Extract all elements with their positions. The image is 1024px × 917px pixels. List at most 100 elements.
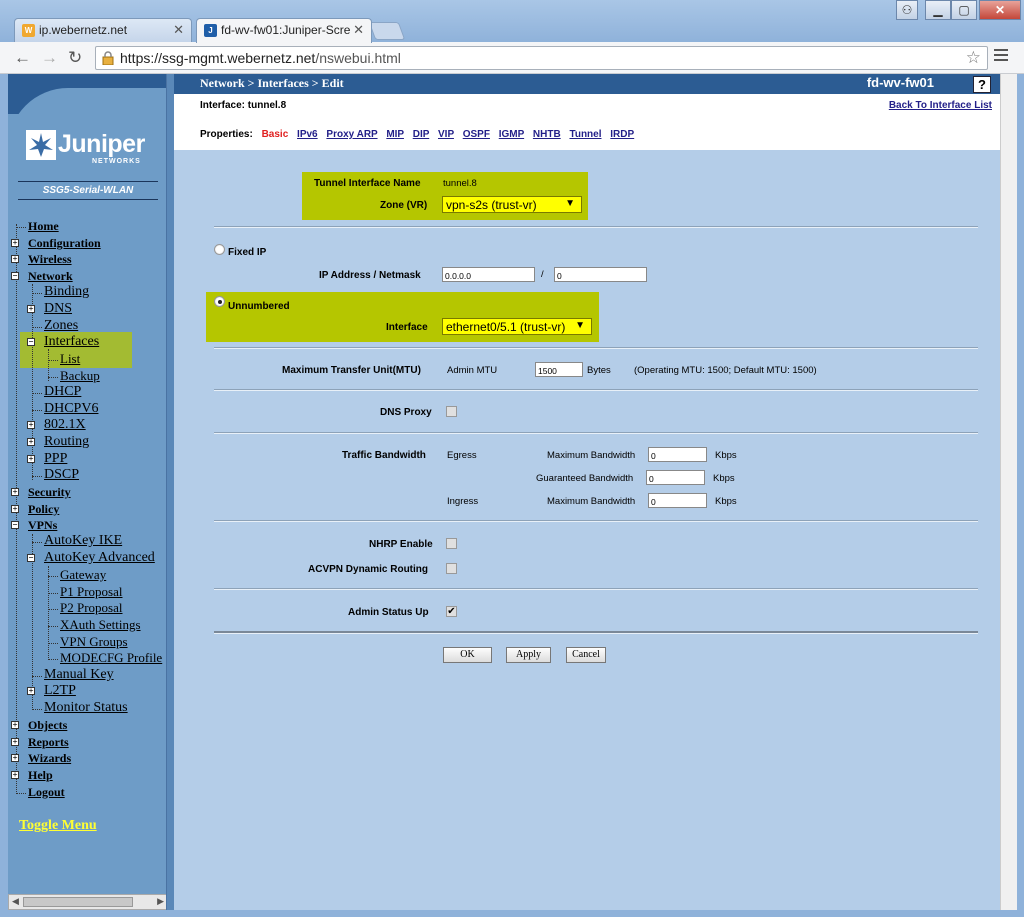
nav-p1-proposal[interactable]: P1 Proposal — [48, 584, 122, 600]
tab-mip[interactable]: MIP — [386, 129, 404, 140]
collapse-minus-icon[interactable]: − — [11, 521, 19, 529]
nav-zones[interactable]: Zones — [32, 318, 78, 334]
collapse-minus-icon[interactable]: − — [27, 554, 35, 562]
nav-ppp[interactable]: + PPP — [27, 451, 67, 467]
nav-list[interactable]: List — [48, 351, 80, 367]
nav-autokey-advanced[interactable]: − AutoKey Advanced — [27, 550, 155, 566]
acvpn-dynamic-routing-checkbox[interactable] — [446, 563, 457, 574]
interface-select[interactable]: ethernet0/5.1 (trust-vr) ▼ — [442, 318, 592, 335]
close-icon[interactable]: ✕ — [350, 22, 364, 38]
zone-select[interactable]: vpn-s2s (trust-vr) ▼ — [442, 196, 582, 213]
expand-plus-icon[interactable]: + — [27, 438, 35, 446]
nav-configuration[interactable]: + Configuration — [11, 236, 101, 252]
ok-button[interactable]: OK — [443, 647, 492, 663]
back-to-interface-list-link[interactable]: Back To Interface List — [889, 100, 992, 111]
dns-proxy-checkbox[interactable] — [446, 406, 457, 417]
nav-8021x[interactable]: +802.1X — [27, 417, 86, 433]
expand-plus-icon[interactable]: + — [11, 255, 19, 263]
expand-plus-icon[interactable]: + — [27, 305, 35, 313]
nav-vpns[interactable]: − VPNs — [11, 518, 57, 534]
nav-help[interactable]: + Help — [11, 768, 53, 784]
expand-plus-icon[interactable]: + — [11, 771, 19, 779]
collapse-minus-icon[interactable]: − — [11, 272, 19, 280]
user-icon[interactable]: ⚇ — [896, 0, 918, 20]
egress-guaranteed-bandwidth-input[interactable] — [646, 470, 705, 485]
cancel-button[interactable]: Cancel — [566, 647, 606, 663]
nav-dns[interactable]: + DNS — [27, 301, 72, 317]
window-close-button[interactable]: ✕ — [979, 0, 1021, 20]
nav-wireless[interactable]: + Wireless — [11, 252, 72, 268]
forward-arrow-icon[interactable]: → — [41, 48, 58, 68]
expand-plus-icon[interactable]: + — [27, 455, 35, 463]
browser-tab-juniper[interactable]: J fd-wv-fw01:Juniper-Scree ✕ — [196, 18, 372, 43]
admin-status-up-checkbox[interactable]: ✔ — [446, 606, 457, 617]
nav-vpn-groups[interactable]: VPN Groups — [48, 634, 128, 650]
scroll-right-icon[interactable]: ▶ — [157, 896, 164, 907]
expand-plus-icon[interactable]: + — [11, 488, 19, 496]
nav-backup[interactable]: Backup — [48, 368, 100, 384]
tab-proxy-arp[interactable]: Proxy ARP — [326, 129, 377, 140]
minimize-button[interactable]: ▁ — [925, 0, 951, 20]
nhrp-enable-checkbox[interactable] — [446, 538, 457, 549]
apply-button[interactable]: Apply — [506, 647, 551, 663]
nav-binding[interactable]: Binding — [32, 284, 89, 300]
expand-plus-icon[interactable]: + — [11, 754, 19, 762]
nav-dhcp[interactable]: DHCP — [32, 384, 81, 400]
admin-mtu-input[interactable] — [535, 362, 583, 377]
frame-divider[interactable] — [166, 74, 174, 910]
scroll-left-icon[interactable]: ◀ — [12, 896, 19, 907]
tab-irdp[interactable]: IRDP — [610, 129, 634, 140]
help-button[interactable]: ? — [973, 76, 991, 93]
netmask-input[interactable] — [554, 267, 647, 282]
nav-objects[interactable]: + Objects — [11, 718, 67, 734]
nav-manual-key[interactable]: Manual Key — [32, 667, 114, 683]
nav-l2tp[interactable]: + L2TP — [27, 683, 76, 699]
expand-plus-icon[interactable]: + — [11, 239, 19, 247]
tab-tunnel[interactable]: Tunnel — [569, 129, 601, 140]
browser-menu-icon[interactable] — [994, 49, 1008, 64]
nav-p2-proposal[interactable]: P2 Proposal — [48, 600, 122, 616]
egress-max-bandwidth-input[interactable] — [648, 447, 707, 462]
main-vertical-scrollbar[interactable] — [1000, 74, 1017, 910]
nav-home[interactable]: Home — [16, 219, 59, 235]
tab-basic[interactable]: Basic — [262, 129, 289, 140]
tab-igmp[interactable]: IGMP — [499, 129, 524, 140]
nav-routing[interactable]: + Routing — [27, 434, 89, 450]
expand-plus-icon[interactable]: + — [11, 721, 19, 729]
sidebar-horizontal-scrollbar[interactable]: ◀ ▶ — [8, 894, 168, 910]
tab-dip[interactable]: DIP — [413, 129, 430, 140]
expand-plus-icon[interactable]: + — [11, 505, 19, 513]
expand-plus-icon[interactable]: + — [27, 687, 35, 695]
nav-interfaces[interactable]: − Interfaces — [27, 334, 99, 350]
ip-address-input[interactable] — [442, 267, 535, 282]
nav-wizards[interactable]: + Wizards — [11, 751, 71, 767]
nav-policy[interactable]: + Policy — [11, 502, 59, 518]
expand-plus-icon[interactable]: + — [11, 738, 19, 746]
ingress-max-bandwidth-input[interactable] — [648, 493, 707, 508]
bookmark-star-icon[interactable]: ☆ — [966, 48, 981, 68]
nav-gateway[interactable]: Gateway — [48, 567, 106, 583]
reload-icon[interactable]: ↻ — [68, 48, 82, 68]
nav-logout[interactable]: Logout — [16, 785, 65, 801]
nav-dhcpv6[interactable]: DHCPV6 — [32, 401, 98, 417]
expand-plus-icon[interactable]: + — [27, 421, 35, 429]
browser-tab-webernetz[interactable]: W ip.webernetz.net ✕ — [14, 18, 192, 42]
maximize-button[interactable]: ▢ — [951, 0, 977, 20]
unnumbered-radio[interactable] — [214, 296, 225, 307]
nav-modecfg-profile[interactable]: MODECFG Profile — [48, 650, 162, 666]
tab-nhtb[interactable]: NHTB — [533, 129, 561, 140]
nav-network[interactable]: − Network — [11, 269, 73, 285]
back-arrow-icon[interactable]: ← — [14, 48, 31, 68]
nav-dscp[interactable]: DSCP — [32, 467, 79, 483]
address-bar[interactable]: https://ssg-mgmt.webernetz.net/nswebui.h… — [95, 46, 988, 70]
scrollbar-thumb[interactable] — [23, 897, 133, 907]
tab-ipv6[interactable]: IPv6 — [297, 129, 318, 140]
new-tab-button[interactable] — [368, 22, 406, 40]
nav-xauth-settings[interactable]: XAuth Settings — [48, 617, 141, 633]
close-icon[interactable]: ✕ — [173, 22, 184, 38]
collapse-minus-icon[interactable]: − — [27, 338, 35, 346]
toggle-menu-link[interactable]: Toggle Menu — [19, 818, 97, 834]
nav-security[interactable]: + Security — [11, 485, 71, 501]
fixed-ip-radio[interactable] — [214, 244, 225, 255]
nav-monitor-status[interactable]: Monitor Status — [32, 700, 128, 716]
